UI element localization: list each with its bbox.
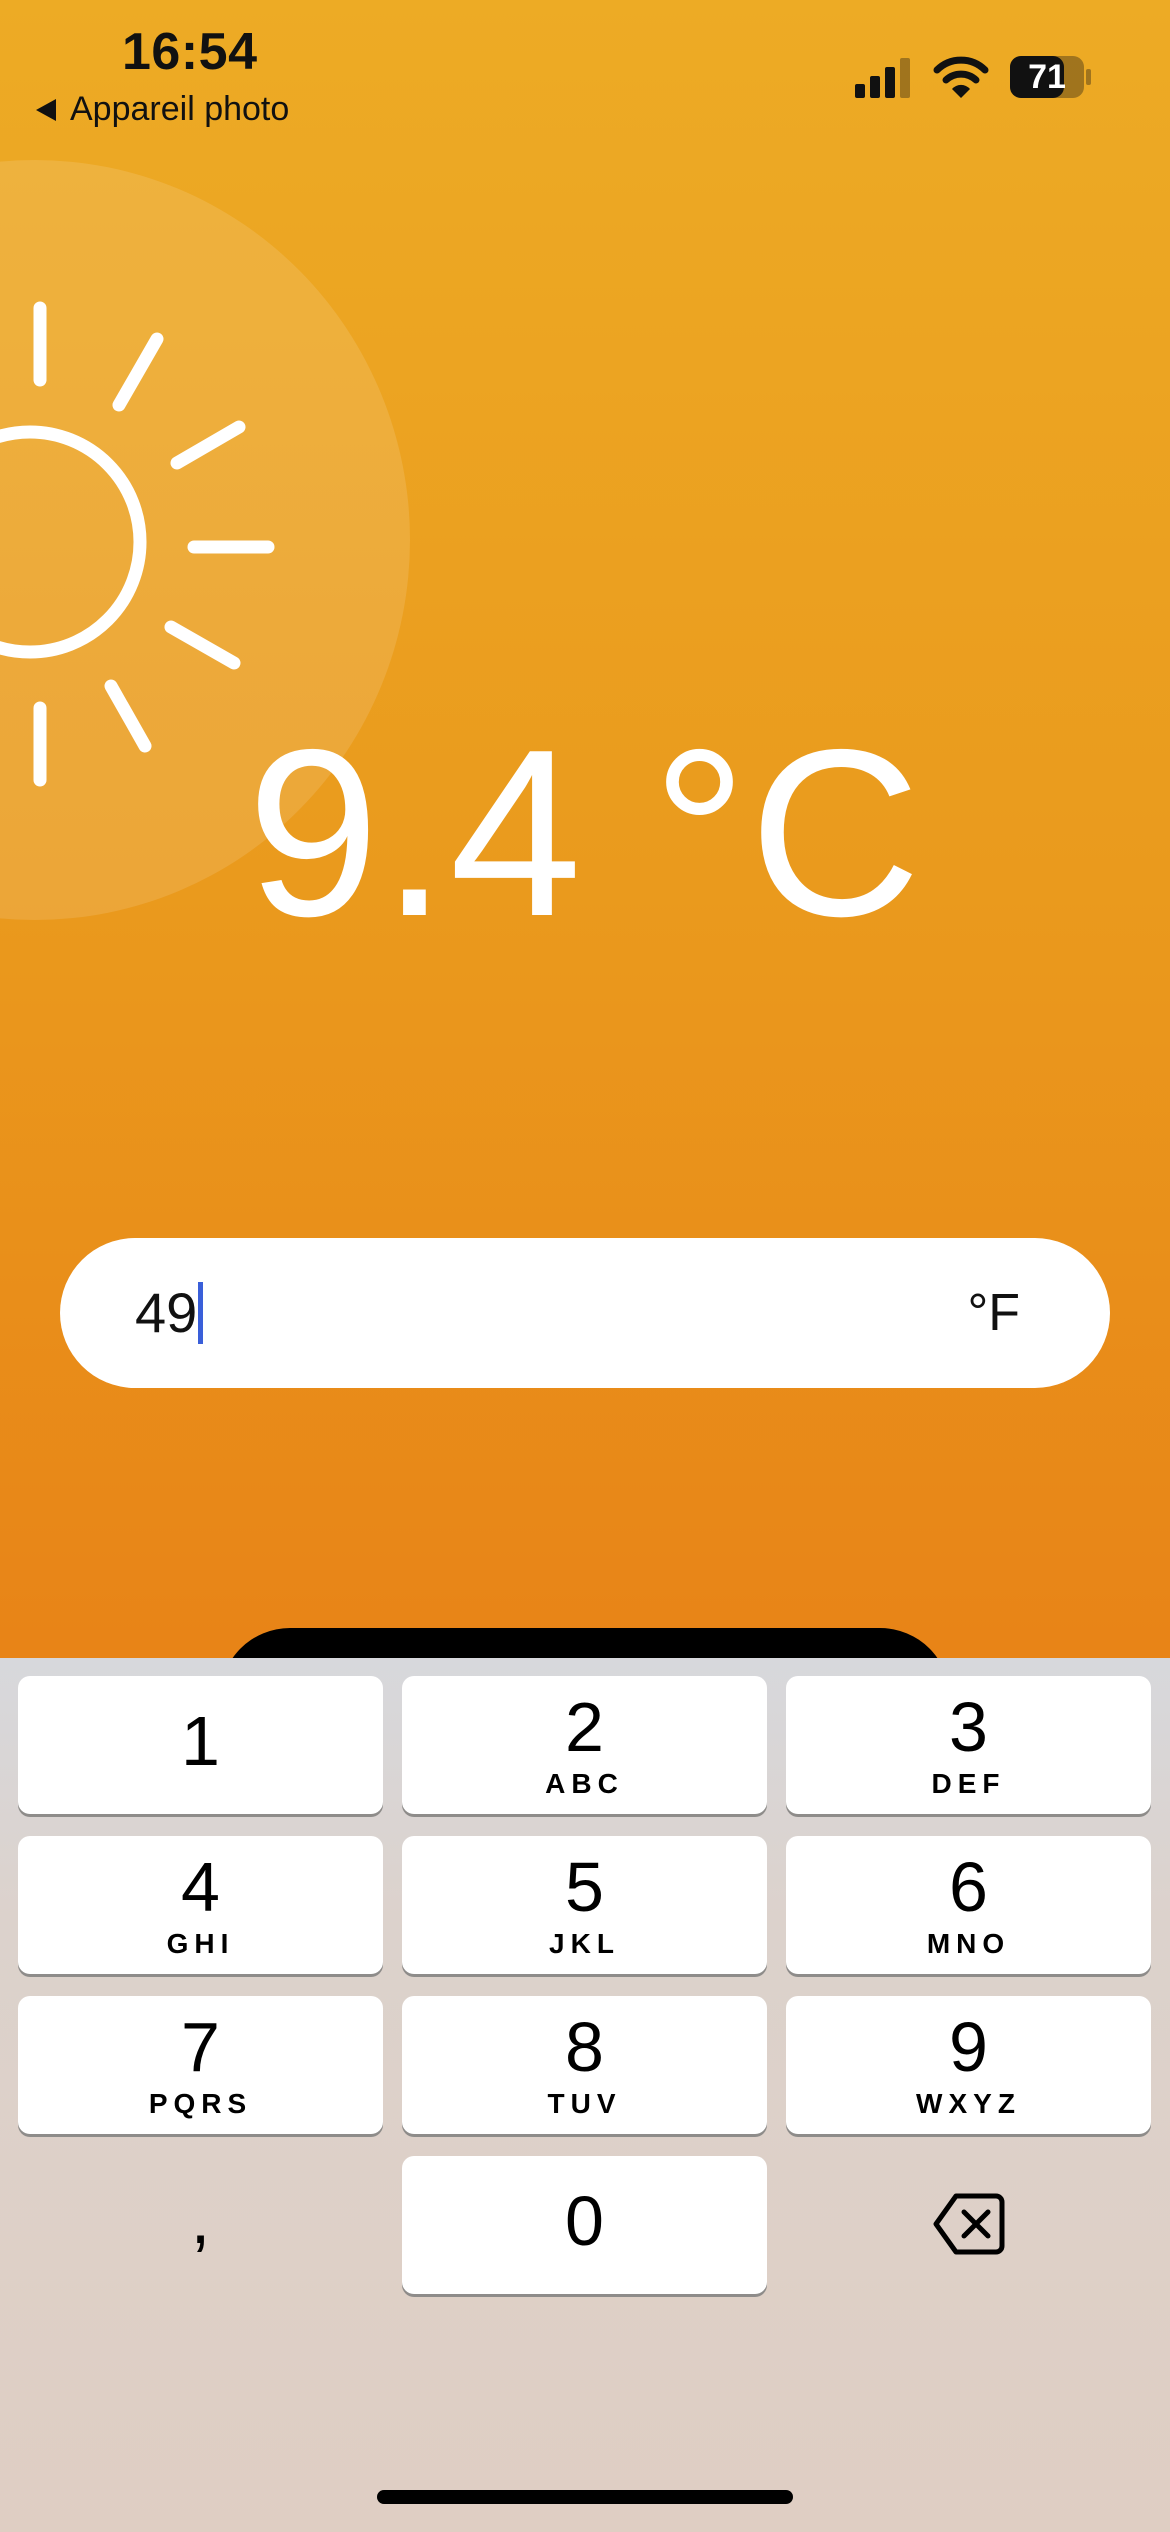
key-digit: 8 — [565, 2008, 604, 2086]
key-letters: DEF — [931, 1768, 1006, 1799]
fahrenheit-input-value-wrap: 49 — [135, 1278, 204, 1348]
temperature-readout: 9.4 °C — [246, 701, 924, 966]
key-letters: TUV — [547, 2088, 622, 2119]
key-5[interactable]: 5 JKL — [402, 1836, 767, 1974]
key-digit: 9 — [949, 2008, 988, 2086]
key-digit: 7 — [181, 2008, 220, 2086]
key-digit: 1 — [181, 1702, 220, 1780]
back-to-app-link[interactable]: Appareil photo — [36, 90, 289, 129]
key-8[interactable]: 8 TUV — [402, 1996, 767, 2134]
key-letters: WXYZ — [916, 2088, 1021, 2119]
key-digit: 3 — [949, 1688, 988, 1766]
fahrenheit-input-value: 49 — [135, 1281, 198, 1344]
key-decimal[interactable]: , — [18, 2156, 383, 2294]
key-3[interactable]: 3 DEF — [786, 1676, 1151, 1814]
key-digit: 0 — [565, 2182, 604, 2260]
key-1[interactable]: 1 — [18, 1676, 383, 1814]
key-7[interactable]: 7 PQRS — [18, 1996, 383, 2134]
key-letters: GHI — [166, 1928, 235, 1959]
key-letters: MNO — [926, 1928, 1011, 1959]
battery-level: 71 — [1028, 58, 1066, 96]
back-link-label: Appareil photo — [70, 90, 290, 128]
key-digit: 4 — [181, 1848, 220, 1926]
key-0[interactable]: 0 — [402, 2156, 767, 2294]
key-6[interactable]: 6 MNO — [786, 1836, 1151, 1974]
numeric-keypad: 1 2 ABC 3 DEF 4 GHI 5 JKL 6 MNO 7 PQRS 8… — [0, 1658, 1170, 2532]
delete-key[interactable] — [786, 2156, 1151, 2294]
key-digit: 5 — [565, 1848, 604, 1926]
key-digit: 6 — [949, 1848, 988, 1926]
key-9[interactable]: 9 WXYZ — [786, 1996, 1151, 2134]
status-time: 16:54 — [122, 23, 258, 81]
key-digit: 2 — [565, 1688, 604, 1766]
home-indicator[interactable] — [377, 2490, 793, 2504]
key-letters: ABC — [545, 1768, 624, 1799]
fahrenheit-input[interactable]: 49 °F — [60, 1238, 1110, 1388]
signal-icon — [855, 58, 910, 98]
key-4[interactable]: 4 GHI — [18, 1836, 383, 1974]
app-screen: 16:54 Appareil photo 71 9.4 °C 49 °F 1 2… — [0, 0, 1170, 2532]
text-caret — [198, 1282, 204, 1345]
fahrenheit-unit-label: °F — [967, 1284, 1020, 1342]
back-arrow-icon — [36, 98, 56, 121]
key-letters: JKL — [549, 1928, 620, 1959]
key-2[interactable]: 2 ABC — [402, 1676, 767, 1814]
key-decimal-label: , — [190, 2180, 211, 2258]
wifi-icon — [933, 56, 989, 98]
key-letters: PQRS — [148, 2088, 253, 2119]
delete-backspace-icon — [933, 2193, 1004, 2255]
